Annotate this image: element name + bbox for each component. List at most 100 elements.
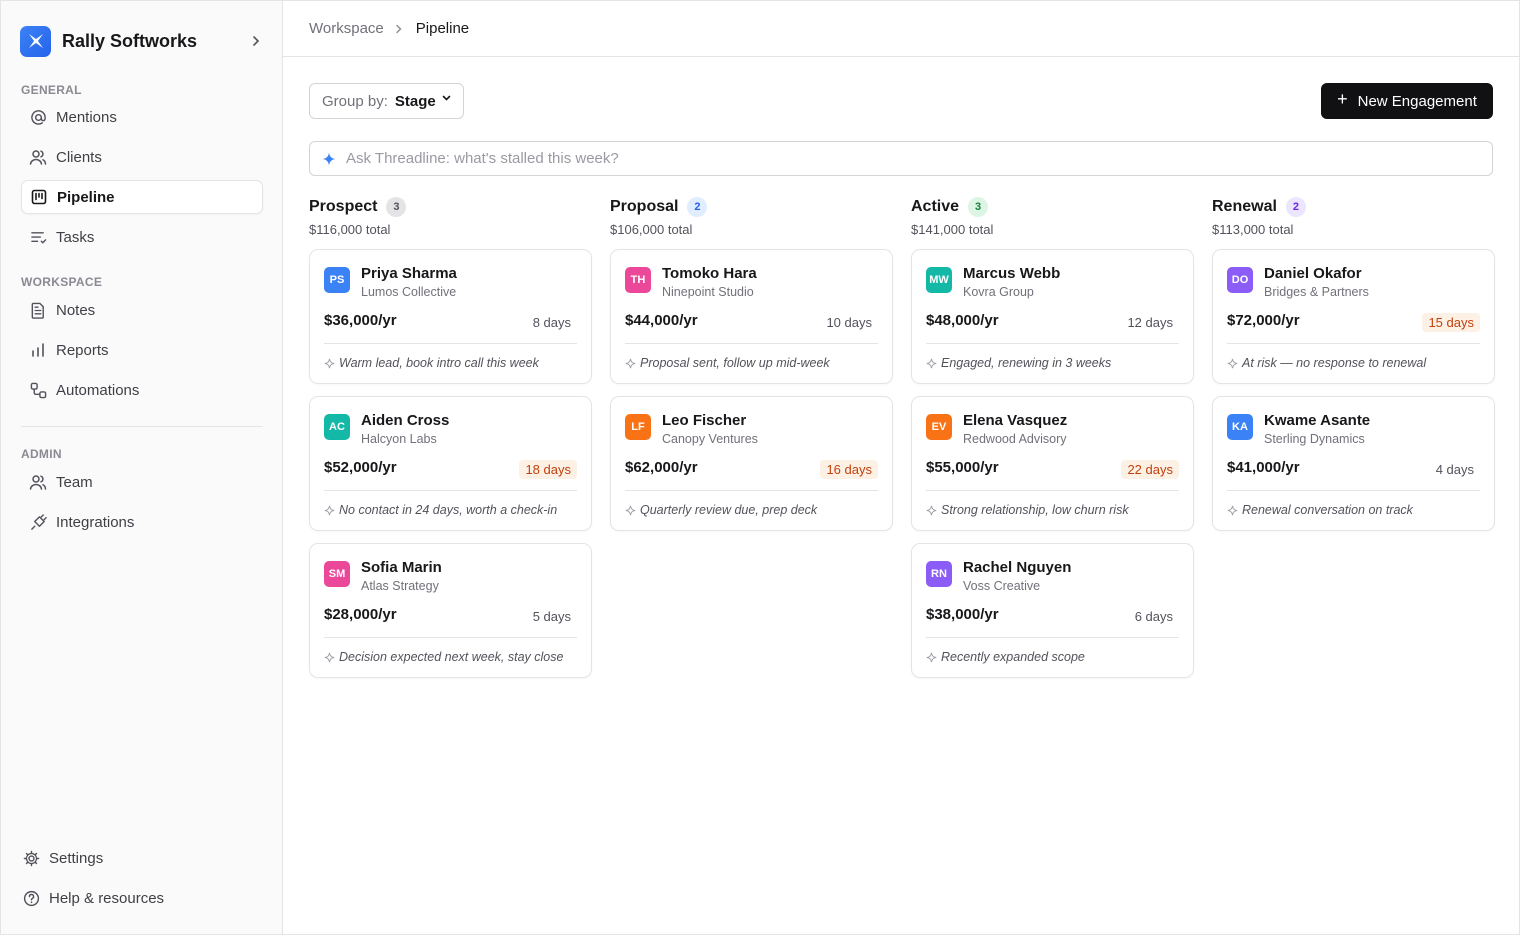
ai-note-text: Proposal sent, follow up mid-week: [640, 356, 830, 370]
company-name: Lumos Collective: [361, 285, 457, 299]
ai-note: At risk — no response to renewal: [1227, 356, 1426, 370]
main-content: Workspace Pipeline Group by: Stage + New…: [283, 1, 1519, 934]
pipeline-board: Prospect 3 $116,000 total PS Priya Sharma Lum…: [309, 197, 1495, 678]
engagement-card[interactable]: PS Priya Sharma Lumos Collective $36,000/yr…: [309, 249, 592, 384]
ai-note-text: Recently expanded scope: [941, 650, 1085, 664]
sidebar-item-notes[interactable]: Notes: [21, 293, 263, 327]
ask-assistant-bar[interactable]: [309, 141, 1493, 176]
column-title: Prospect: [309, 198, 378, 215]
ask-input[interactable]: [346, 150, 1492, 167]
ai-note-text: No contact in 24 days, worth a check-in: [339, 503, 558, 517]
deal-amount: $55,000/yr: [926, 459, 999, 476]
sidebar-item-automations[interactable]: Automations: [21, 373, 263, 407]
avatar: DO: [1227, 267, 1253, 293]
sparkle-icon: [625, 505, 636, 516]
sidebar-item-reports[interactable]: Reports: [21, 333, 263, 367]
deal-amount: $41,000/yr: [1227, 459, 1300, 476]
ai-note: Renewal conversation on track: [1227, 503, 1413, 517]
sparkle-icon: [322, 152, 336, 166]
ai-note: Quarterly review due, prep deck: [625, 503, 817, 517]
column-proposal: Proposal 2 $106,000 total TH Tomoko Hara Nine…: [610, 197, 893, 678]
column-header: Prospect 3: [309, 197, 592, 217]
column-header: Active 3: [911, 197, 1194, 217]
group-by-label: Group by:: [322, 92, 388, 110]
column-count-badge: 2: [687, 197, 708, 217]
engagement-card[interactable]: TH Tomoko Hara Ninepoint Studio $44,000/yr 1…: [610, 249, 893, 384]
avatar: EV: [926, 414, 952, 440]
group-by-value: Stage: [394, 92, 436, 110]
group-by-select[interactable]: Group by: Stage: [309, 83, 464, 119]
sparkle-icon: [926, 358, 937, 369]
sidebar-item-label: Reports: [56, 341, 109, 359]
sidebar-item-tasks[interactable]: Tasks: [21, 220, 263, 254]
sidebar-item-help[interactable]: Help & resources: [14, 881, 256, 915]
avatar: KA: [1227, 414, 1253, 440]
sidebar-item-integrations[interactable]: Integrations: [21, 505, 263, 539]
contact-name: Daniel Okafor: [1264, 265, 1362, 282]
company-name: Halcyon Labs: [361, 432, 437, 446]
sidebar-item-clients[interactable]: Clients: [21, 140, 263, 174]
help-icon: [22, 889, 40, 907]
column-header: Renewal 2: [1212, 197, 1495, 217]
engagement-card[interactable]: DO Daniel Okafor Bridges & Partners $72,000…: [1212, 249, 1495, 384]
section-label-workspace: WORKSPACE: [21, 275, 103, 289]
days-in-stage: 8 days: [532, 315, 571, 330]
sparkle-icon: [1227, 358, 1238, 369]
app-window: Rally Softworks GENERAL Mentions Clients…: [0, 0, 1520, 935]
engagement-card[interactable]: MW Marcus Webb Kovra Group $48,000/yr 12 day…: [911, 249, 1194, 384]
deal-amount: $36,000/yr: [324, 312, 397, 329]
card-divider: [324, 343, 577, 344]
card-divider: [324, 637, 577, 638]
users-icon: [29, 148, 47, 166]
ai-note-text: Engaged, renewing in 3 weeks: [941, 356, 1112, 370]
avatar: RN: [926, 561, 952, 587]
company-name: Sterling Dynamics: [1264, 432, 1365, 446]
brand-name: Rally Softworks: [62, 30, 198, 51]
new-engagement-label: New Engagement: [1357, 92, 1477, 110]
sidebar-item-label: Mentions: [56, 108, 117, 126]
contact-name: Marcus Webb: [963, 265, 1061, 282]
sidebar-item-settings[interactable]: Settings: [14, 841, 256, 875]
days-in-stage: 10 days: [826, 315, 872, 330]
sparkle-icon: [324, 358, 335, 369]
sparkle-icon: [926, 505, 937, 516]
days-in-stage: 22 days: [1121, 460, 1179, 479]
ai-note: No contact in 24 days, worth a check-in: [324, 503, 557, 517]
engagement-card[interactable]: RN Rachel Nguyen Voss Creative $38,000/yr 6 …: [911, 543, 1194, 678]
users-icon: [29, 473, 47, 491]
column-total: $113,000 total: [1212, 222, 1294, 237]
contact-name: Rachel Nguyen: [963, 559, 1072, 576]
ai-note: Proposal sent, follow up mid-week: [625, 356, 830, 370]
column-active: Active 3 $141,000 total MW Marcus Webb Kovra …: [911, 197, 1194, 678]
engagement-card[interactable]: AC Aiden Cross Halcyon Labs $52,000/yr 18 da…: [309, 396, 592, 531]
card-list: DO Daniel Okafor Bridges & Partners $72,000…: [1212, 249, 1495, 531]
column-total: $141,000 total: [911, 222, 994, 237]
sidebar-divider: [21, 426, 263, 427]
sidebar-item-mentions[interactable]: Mentions: [21, 100, 263, 134]
engagement-card[interactable]: EV Elena Vasquez Redwood Advisory $55,000/y…: [911, 396, 1194, 531]
sidebar-item-pipeline[interactable]: Pipeline: [21, 180, 263, 214]
deal-amount: $48,000/yr: [926, 312, 999, 329]
ai-note-text: Strong relationship, low churn risk: [941, 503, 1129, 517]
engagement-card[interactable]: SM Sofia Marin Atlas Strategy $28,000/yr 5 d…: [309, 543, 592, 678]
contact-name: Aiden Cross: [361, 412, 450, 429]
new-engagement-button[interactable]: + New Engagement: [1321, 83, 1493, 119]
engagement-card[interactable]: LF Leo Fischer Canopy Ventures $62,000/yr 16…: [610, 396, 893, 531]
card-divider: [625, 490, 878, 491]
sidebar-item-team[interactable]: Team: [21, 465, 263, 499]
chevron-down-icon: [442, 95, 451, 102]
card-divider: [324, 490, 577, 491]
deal-amount: $62,000/yr: [625, 459, 698, 476]
sidebar-item-label: Clients: [56, 148, 102, 166]
workspace-switcher[interactable]: Rally Softworks: [20, 25, 263, 57]
days-in-stage: 6 days: [1134, 609, 1173, 624]
card-divider: [1227, 343, 1480, 344]
company-name: Kovra Group: [963, 285, 1034, 299]
chevron-right-icon: [394, 24, 404, 34]
engagement-card[interactable]: KA Kwame Asante Sterling Dynamics $41,000/y…: [1212, 396, 1495, 531]
breadcrumb-workspace[interactable]: Workspace: [309, 20, 384, 37]
ai-note: Strong relationship, low churn risk: [926, 503, 1129, 517]
gear-icon: [22, 849, 40, 867]
deal-amount: $28,000/yr: [324, 606, 397, 623]
avatar: PS: [324, 267, 350, 293]
